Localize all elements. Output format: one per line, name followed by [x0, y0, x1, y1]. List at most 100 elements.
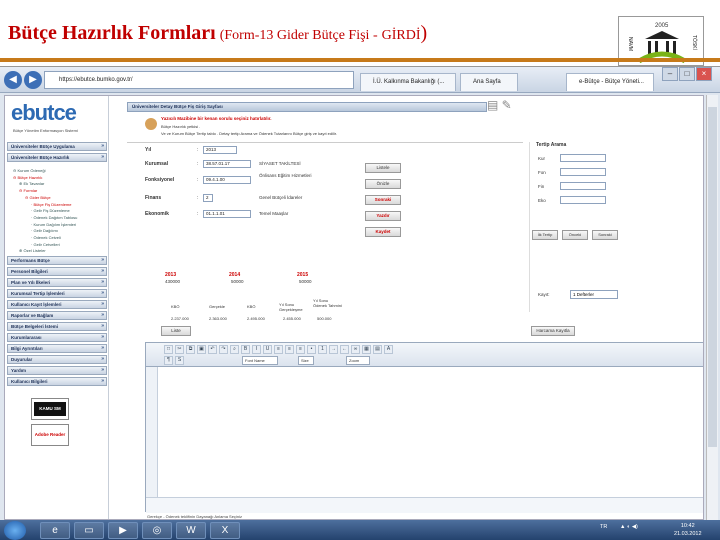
excel-taskbar-icon[interactable]: X	[210, 522, 240, 539]
menu-head-kurumlararasi[interactable]: Kurumlararası»	[7, 333, 107, 342]
bold-icon[interactable]: B	[241, 345, 250, 354]
menu-head-duyurular[interactable]: Duyurular»	[7, 355, 107, 364]
font-name-select[interactable]: Font Name	[242, 356, 278, 365]
indent-icon[interactable]: →	[329, 345, 338, 354]
sidebar-subitem[interactable]: · Kurum Dağılım İşlemleri	[13, 222, 107, 229]
eko-input[interactable]	[560, 196, 606, 204]
image-icon[interactable]: ▦	[362, 345, 371, 354]
outdent-icon[interactable]: ←	[340, 345, 349, 354]
sidebar-subitem[interactable]: ⊖ Bütçe Hazırlık	[13, 175, 107, 182]
tray-icons[interactable]: ▲ ◐ ◀)	[620, 524, 638, 530]
menu-head-hazirlik[interactable]: Üniversiteler Bütçe Hazırlık »	[7, 153, 107, 162]
style-icon[interactable]: S	[175, 356, 184, 365]
menu-head-uygulama[interactable]: Üniversiteler Bütçe Uygulama »	[7, 142, 107, 151]
sidebar-subitem[interactable]: ⊖ Kurum Ödeneği	[13, 168, 107, 175]
kur-input[interactable]	[560, 154, 606, 162]
copy-icon[interactable]: ⧉	[186, 345, 195, 354]
paste-icon[interactable]: ▣	[197, 345, 206, 354]
kayit-select[interactable]: 1 Defterler	[570, 290, 618, 299]
ebutce-logo[interactable]: ebutce	[11, 100, 77, 126]
align-left-icon[interactable]: ≡	[274, 345, 283, 354]
align-center-icon[interactable]: ≡	[285, 345, 294, 354]
forward-button[interactable]: ▶	[24, 71, 42, 89]
redo-icon[interactable]: ↷	[219, 345, 228, 354]
font-size-select[interactable]: Size	[298, 356, 314, 365]
back-button[interactable]: ◀	[4, 71, 22, 89]
outlook-taskbar-icon[interactable]: ◎	[142, 522, 172, 539]
adobe-reader-badge[interactable]: Adobe Reader	[31, 424, 69, 446]
link-icon[interactable]: ∞	[351, 345, 360, 354]
menu-head-plan[interactable]: Plan ve Yılı İlkeleri»	[7, 278, 107, 287]
address-bar[interactable]: https://ebutce.bumko.gov.tr/	[44, 71, 354, 89]
format-icon[interactable]: ¶	[164, 356, 173, 365]
tab-kalkinma[interactable]: İ.Ü. Kalkınma Bakanlığı (...	[360, 73, 456, 91]
taskbar-clock[interactable]: 10:42 21.03.2012	[674, 522, 702, 538]
harcama-button[interactable]: Harcama Kayıtla	[531, 326, 575, 336]
sidebar-subitem[interactable]: · Ödenek Cetveli	[13, 235, 107, 242]
sidebar-subitem[interactable]: ⊖ Gider Bütçe	[13, 195, 107, 202]
menu-head-personel[interactable]: Personel Bilgileri»	[7, 267, 107, 276]
menu-head-kullanici-bilgi[interactable]: Kullanıcı Bilgileri»	[7, 377, 107, 386]
onceki-button[interactable]: Önceki	[562, 230, 588, 240]
fin-input[interactable]	[560, 182, 606, 190]
find-icon[interactable]: ⌕	[230, 345, 239, 354]
align-right-icon[interactable]: ≡	[296, 345, 305, 354]
menu-head-performans[interactable]: Performans Bütçe»	[7, 256, 107, 265]
kamu-sm-badge[interactable]: KAMU SM	[31, 398, 69, 420]
explorer-taskbar-icon[interactable]: ▭	[74, 522, 104, 539]
page-icons[interactable]: ▤ ✎	[487, 98, 512, 112]
ilk-tertip-button[interactable]: İlk Tertip	[532, 230, 558, 240]
start-button[interactable]	[4, 521, 26, 540]
rich-text-editor[interactable]: □ ✂ ⧉ ▣ ↶ ↷ ⌕ B I U ≡ ≡ ≡ • 1 → ← ∞ ▦ ▤ …	[145, 342, 703, 513]
sidebar-subitem[interactable]: · Bütçe Fiş Düzenleme	[13, 202, 107, 209]
yil-select[interactable]: 2013	[203, 146, 237, 154]
vertical-scrollbar[interactable]	[706, 95, 718, 520]
menu-head-kullanici-kayit[interactable]: Kullanıcı Kayıt İşlemleri»	[7, 300, 107, 309]
media-taskbar-icon[interactable]: ▶	[108, 522, 138, 539]
cut-icon[interactable]: ✂	[175, 345, 184, 354]
italic-icon[interactable]: I	[252, 345, 261, 354]
kurumsal-field[interactable]: 38.57.01.17	[203, 160, 251, 168]
kaydet-button[interactable]: Kaydet	[365, 227, 401, 237]
sidebar-subitem[interactable]: ⊕ Ek Tavanlar	[13, 181, 107, 188]
onizle-button[interactable]: Önizle	[365, 179, 401, 189]
menu-head-raporlar[interactable]: Raporlar ve Bağlam»	[7, 311, 107, 320]
menu-head-bilgi[interactable]: Bilgi Ayrıntıları»	[7, 344, 107, 353]
menu-head-belgeler[interactable]: Bütçe Belgeleri İstemi»	[7, 322, 107, 331]
fon-input[interactable]	[560, 168, 606, 176]
scrollbar-thumb[interactable]	[708, 107, 717, 447]
ie-taskbar-icon[interactable]: e	[40, 522, 70, 539]
year-value: 430000	[165, 279, 181, 284]
sidebar-subitem[interactable]: · Gelir Dağılımı	[13, 228, 107, 235]
sidebar-subitem[interactable]: ⊕ Özel Listeler	[13, 248, 107, 255]
language-indicator[interactable]: TR	[600, 524, 607, 530]
menu-head-yardim[interactable]: Yardım»	[7, 366, 107, 375]
listele-button[interactable]: Listele	[365, 163, 401, 173]
ekonomik-field[interactable]: 01.1.1.01	[203, 210, 251, 218]
list-icon[interactable]: •	[307, 345, 316, 354]
sidebar-subitem[interactable]: · Gelir Cetvelleri	[13, 242, 107, 249]
search-sonraki-button[interactable]: Sonraki	[592, 230, 618, 240]
maximize-button[interactable]: □	[679, 67, 695, 81]
finans-field[interactable]: 2	[203, 194, 213, 202]
underline-icon[interactable]: U	[263, 345, 272, 354]
word-taskbar-icon[interactable]: W	[176, 522, 206, 539]
tab-anasayfa[interactable]: Ana Sayfa	[460, 73, 518, 91]
tab-ebutce[interactable]: e-Bütçe - Bütçe Yöneti...	[566, 73, 654, 91]
yazdir-button[interactable]: Yazdır	[365, 211, 401, 221]
undo-icon[interactable]: ↶	[208, 345, 217, 354]
minimize-button[interactable]: –	[662, 67, 678, 81]
new-icon[interactable]: □	[164, 345, 173, 354]
color-icon[interactable]: A	[384, 345, 393, 354]
numbered-list-icon[interactable]: 1	[318, 345, 327, 354]
sidebar-subitem[interactable]: ⊖ Formlar	[13, 188, 107, 195]
sidebar-subitem[interactable]: · Ödenek Dağıtım Tablosu	[13, 215, 107, 222]
zoom-select[interactable]: Zoom	[346, 356, 370, 365]
close-button[interactable]: ×	[696, 67, 712, 81]
sonraki-button[interactable]: Sonraki	[365, 195, 401, 205]
menu-head-tertip[interactable]: Kurumsal Tertip İşlemleri»	[7, 289, 107, 298]
sidebar-subitem[interactable]: · Gelir Fiş Düzenleme	[13, 208, 107, 215]
fonksiyonel-field[interactable]: 09.4.1.00	[203, 176, 251, 184]
table-icon[interactable]: ▤	[373, 345, 382, 354]
liste-button[interactable]: Liste	[161, 326, 191, 336]
